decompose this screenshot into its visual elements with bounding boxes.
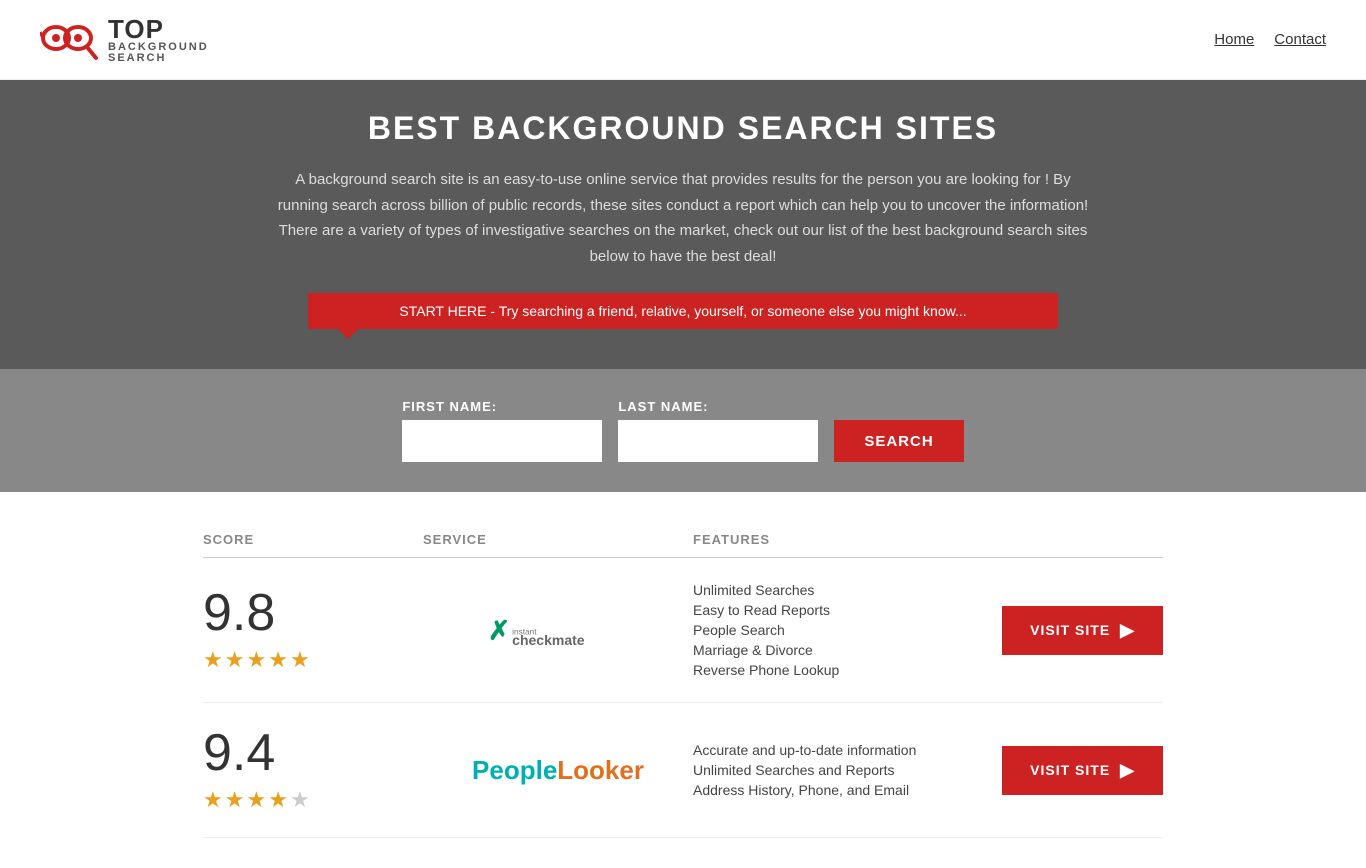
start-banner: START HERE - Try searching a friend, rel… — [308, 293, 1058, 329]
logo-top-text: TOP — [108, 16, 209, 42]
feature-item: Marriage & Divorce — [693, 642, 963, 658]
visit-column: VISIT SITE ▶ — [963, 606, 1163, 655]
last-name-input[interactable] — [618, 420, 818, 462]
feature-item: Unlimited Searches — [693, 582, 963, 598]
visit-column: VISIT SITE ▶ — [963, 746, 1163, 795]
hero-title: BEST BACKGROUND SEARCH SITES — [20, 110, 1346, 147]
star-4: ★ — [268, 647, 288, 673]
peoplelooker-logo: PeopleLooker — [472, 755, 644, 786]
score-column: 9.8 ★ ★ ★ ★ ★ — [203, 587, 423, 673]
hero-section: BEST BACKGROUND SEARCH SITES A backgroun… — [0, 80, 1366, 369]
svg-text:checkmate: checkmate — [512, 631, 585, 647]
col-score: SCORE — [203, 532, 423, 547]
visit-site-button[interactable]: VISIT SITE ▶ — [1002, 606, 1163, 655]
star-2: ★ — [225, 647, 245, 673]
score-value: 9.4 — [203, 727, 275, 779]
star-rating: ★ ★ ★ ★ ★ — [203, 787, 310, 813]
site-header: TOP BACKGROUND SEARCH Home Contact — [0, 0, 1366, 80]
checkmate-svg: ✗ instant checkmate — [488, 603, 628, 658]
features-column: Accurate and up-to-date information Unli… — [693, 742, 963, 798]
last-name-label: LAST NAME: — [618, 399, 818, 414]
logo-icon — [40, 12, 100, 67]
score-column: 9.4 ★ ★ ★ ★ ★ — [203, 727, 423, 813]
svg-text:✗: ✗ — [488, 615, 510, 645]
main-nav: Home Contact — [1214, 31, 1326, 48]
arrow-icon: ▶ — [1120, 760, 1135, 781]
hero-description: A background search site is an easy-to-u… — [273, 167, 1093, 269]
star-1: ★ — [203, 647, 223, 673]
star-3: ★ — [246, 647, 266, 673]
results-table: SCORE SERVICE FEATURES 9.8 ★ ★ ★ ★ ★ ✗ i… — [183, 522, 1183, 838]
table-header-row: SCORE SERVICE FEATURES — [203, 522, 1163, 558]
star-1: ★ — [203, 787, 223, 813]
star-3: ★ — [246, 787, 266, 813]
first-name-input[interactable] — [402, 420, 602, 462]
table-row: 9.8 ★ ★ ★ ★ ★ ✗ instant checkmate Unli — [203, 558, 1163, 703]
logo: TOP BACKGROUND SEARCH — [40, 12, 209, 67]
first-name-label: FIRST NAME: — [402, 399, 602, 414]
star-rating: ★ ★ ★ ★ ★ — [203, 647, 310, 673]
feature-item: Reverse Phone Lookup — [693, 662, 963, 678]
feature-item: Accurate and up-to-date information — [693, 742, 963, 758]
service-column: ✗ instant checkmate — [423, 603, 693, 658]
star-5: ★ — [290, 787, 310, 813]
nav-home[interactable]: Home — [1214, 31, 1254, 48]
col-features: FEATURES — [693, 532, 963, 547]
col-service: SERVICE — [423, 532, 693, 547]
search-box: FIRST NAME: LAST NAME: SEARCH — [0, 369, 1366, 492]
last-name-group: LAST NAME: — [618, 399, 818, 462]
table-row: 9.4 ★ ★ ★ ★ ★ PeopleLooker Accurate and … — [203, 703, 1163, 838]
arrow-icon: ▶ — [1120, 620, 1135, 641]
feature-item: Easy to Read Reports — [693, 602, 963, 618]
logo-text: TOP BACKGROUND SEARCH — [108, 16, 209, 64]
feature-item: Unlimited Searches and Reports — [693, 762, 963, 778]
features-column: Unlimited Searches Easy to Read Reports … — [693, 582, 963, 678]
star-5: ★ — [290, 647, 310, 673]
checkmate-logo: ✗ instant checkmate — [488, 603, 628, 658]
logo-svg — [40, 12, 100, 67]
logo-sub-text: BACKGROUND SEARCH — [108, 42, 209, 64]
feature-item: Address History, Phone, and Email — [693, 782, 963, 798]
nav-contact[interactable]: Contact — [1274, 31, 1326, 48]
star-2: ★ — [225, 787, 245, 813]
search-button[interactable]: SEARCH — [834, 420, 963, 462]
feature-item: People Search — [693, 622, 963, 638]
score-value: 9.8 — [203, 587, 275, 639]
star-4: ★ — [268, 787, 288, 813]
col-visit — [963, 532, 1163, 547]
first-name-group: FIRST NAME: — [402, 399, 602, 462]
visit-site-button[interactable]: VISIT SITE ▶ — [1002, 746, 1163, 795]
service-column: PeopleLooker — [423, 755, 693, 786]
